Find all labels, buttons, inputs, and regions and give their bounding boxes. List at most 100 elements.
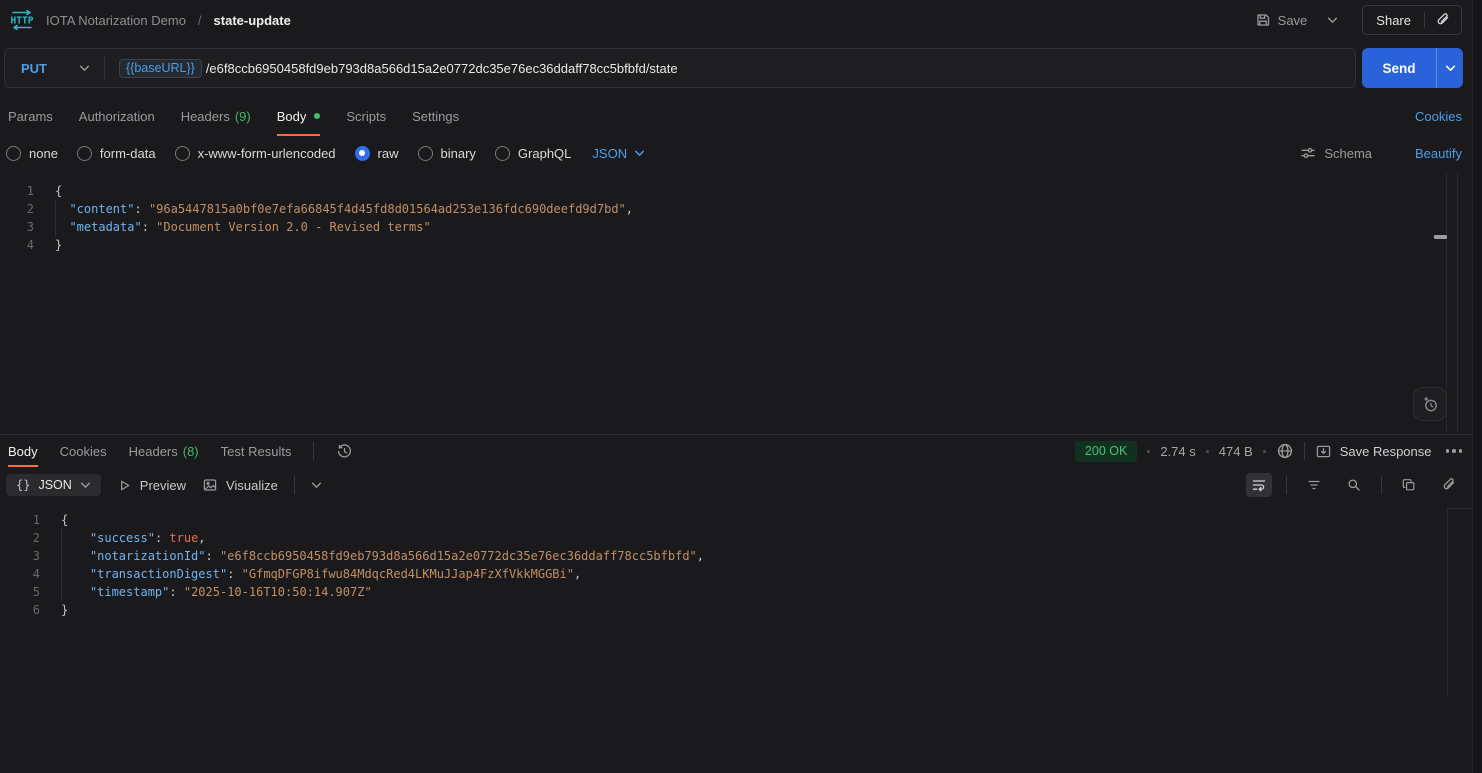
method-selector[interactable]: PUT xyxy=(5,61,104,76)
send-button-group: Send xyxy=(1362,48,1463,88)
breadcrumb-request-name[interactable]: state-update xyxy=(214,13,291,28)
copy-link-button[interactable] xyxy=(1436,473,1462,497)
radio-form-data xyxy=(76,145,92,161)
save-icon xyxy=(1255,12,1271,28)
search-button[interactable] xyxy=(1341,473,1367,497)
response-body-editor[interactable]: 1{2 "success": true, 3 "notarizationId": … xyxy=(0,503,1482,773)
more-options-icon[interactable] xyxy=(1445,449,1462,453)
filter-icon xyxy=(1308,480,1320,490)
save-response-icon xyxy=(1316,445,1330,457)
app-window: HTTP IOTA Notarization Demo / state-upda… xyxy=(0,0,1482,773)
headers-count: (9) xyxy=(234,108,251,124)
mode-x-www-form-urlencoded[interactable]: x-www-form-urlencoded xyxy=(174,145,336,161)
mode-form-data[interactable]: form-data xyxy=(76,145,156,161)
tab-scripts[interactable]: Scripts xyxy=(346,96,386,136)
mode-none[interactable]: none xyxy=(6,145,58,161)
tab-params[interactable]: Params xyxy=(8,96,53,136)
mode-binary[interactable]: binary xyxy=(417,145,476,161)
window-scrollbar-gutter[interactable] xyxy=(1472,0,1482,773)
scrollbar-marker[interactable] xyxy=(1434,235,1447,239)
postbot-button[interactable] xyxy=(1413,387,1447,421)
body-set-indicator xyxy=(314,113,321,119)
sliders-icon xyxy=(1301,147,1315,159)
copy-link-button[interactable] xyxy=(1425,12,1461,28)
radio-binary xyxy=(417,145,433,161)
play-icon xyxy=(120,480,130,490)
tab-authorization[interactable]: Authorization xyxy=(79,96,155,136)
response-format-selector[interactable]: {} JSON xyxy=(6,474,101,496)
copy-button[interactable] xyxy=(1396,473,1422,497)
response-scrollbar-track[interactable] xyxy=(1447,508,1448,696)
response-toolbar-icons xyxy=(1246,473,1462,497)
clock-history-icon xyxy=(338,443,352,457)
link-icon xyxy=(1443,478,1455,490)
request-code[interactable]: 1{2 "content": "96a5447815a0bf0e7efa6684… xyxy=(0,182,1482,254)
mode-raw[interactable]: raw xyxy=(354,145,399,161)
meta-dot xyxy=(1147,449,1151,453)
wrap-text-icon xyxy=(1252,480,1266,492)
response-tabs-divider xyxy=(313,442,315,460)
url-input[interactable]: {{baseURL}} /e6f8ccb6950458fd9eb793d8a56… xyxy=(105,58,678,78)
braces-icon: {} xyxy=(16,478,31,492)
response-tab-headers[interactable]: Headers (8) xyxy=(129,435,199,467)
toolbar-icons-divider xyxy=(1381,476,1382,494)
tab-body[interactable]: Body xyxy=(276,96,321,136)
chevron-down-icon xyxy=(635,150,645,156)
breadcrumb-collection[interactable]: IOTA Notarization Demo xyxy=(46,13,186,28)
image-icon xyxy=(203,479,217,491)
save-response-button[interactable]: Save Response xyxy=(1315,443,1432,460)
response-scrollbar-track-top xyxy=(1448,508,1472,509)
response-time[interactable]: 2.74 s xyxy=(1160,444,1195,459)
breadcrumb-separator: / xyxy=(197,12,202,28)
meta-divider xyxy=(1303,442,1305,460)
save-button-label: Save xyxy=(1277,12,1308,28)
filter-button[interactable] xyxy=(1301,473,1327,497)
response-code[interactable]: 1{2 "success": true, 3 "notarizationId": … xyxy=(0,511,1482,619)
response-history-button[interactable] xyxy=(336,443,353,460)
search-icon xyxy=(1348,479,1360,491)
response-size[interactable]: 474 B xyxy=(1219,444,1253,459)
mode-graphql[interactable]: GraphQL xyxy=(494,145,571,161)
network-info-button[interactable] xyxy=(1276,442,1294,460)
save-button[interactable]: Save xyxy=(1255,12,1308,28)
url-variable-chip[interactable]: {{baseURL}} xyxy=(119,58,202,78)
radio-raw-selected xyxy=(354,145,370,161)
response-tab-cookies[interactable]: Cookies xyxy=(60,435,107,467)
visualize-button[interactable]: Visualize xyxy=(202,477,278,493)
url-input-box: PUT {{baseURL}} /e6f8ccb6950458fd9eb793d… xyxy=(4,48,1356,88)
send-button[interactable]: Send xyxy=(1362,48,1436,88)
share-button[interactable]: Share xyxy=(1363,13,1424,28)
chevron-down-icon xyxy=(79,65,90,71)
wrap-text-button[interactable] xyxy=(1246,473,1272,497)
tab-headers[interactable]: Headers (9) xyxy=(181,96,251,136)
response-tab-test-results[interactable]: Test Results xyxy=(221,435,292,467)
save-options-button[interactable] xyxy=(1327,15,1338,26)
response-tab-body[interactable]: Body xyxy=(8,435,38,467)
preview-button[interactable]: Preview xyxy=(117,478,186,493)
http-brand-icon: HTTP xyxy=(8,10,36,30)
schema-button[interactable]: Schema xyxy=(1300,145,1372,161)
tab-settings[interactable]: Settings xyxy=(412,96,459,136)
meta-dot xyxy=(1205,449,1209,453)
raw-language-selector[interactable]: JSON xyxy=(592,146,645,161)
response-toolbar: {} JSON Preview Visualize xyxy=(0,467,1482,503)
send-options-button[interactable] xyxy=(1436,48,1463,88)
share-button-group: Share xyxy=(1362,5,1462,35)
cookies-link[interactable]: Cookies xyxy=(1415,109,1462,124)
editor-overview-ruler[interactable] xyxy=(1434,172,1458,432)
beautify-button[interactable]: Beautify xyxy=(1415,146,1462,161)
response-pane: Body Cookies Headers (8) Test Results 200… xyxy=(0,434,1482,773)
copy-icon xyxy=(1402,479,1415,491)
request-body-editor[interactable]: 1{2 "content": "96a5447815a0bf0e7efa6684… xyxy=(0,170,1482,434)
header-bar: HTTP IOTA Notarization Demo / state-upda… xyxy=(0,0,1482,40)
status-badge[interactable]: 200 OK xyxy=(1074,440,1138,462)
chevron-down-icon xyxy=(1445,65,1455,71)
method-label: PUT xyxy=(21,60,47,76)
url-path-text[interactable]: /e6f8ccb6950458fd9eb793d8a566d15a2e0772d… xyxy=(206,61,678,76)
request-tabs: Params Authorization Headers (9) Body Scr… xyxy=(0,96,1482,136)
sparkle-icon xyxy=(1423,396,1437,412)
svg-text:HTTP: HTTP xyxy=(11,16,34,27)
radio-none xyxy=(6,145,21,161)
more-formats-chevron-icon[interactable] xyxy=(311,480,322,491)
response-tabs-row: Body Cookies Headers (8) Test Results 200… xyxy=(0,435,1482,467)
